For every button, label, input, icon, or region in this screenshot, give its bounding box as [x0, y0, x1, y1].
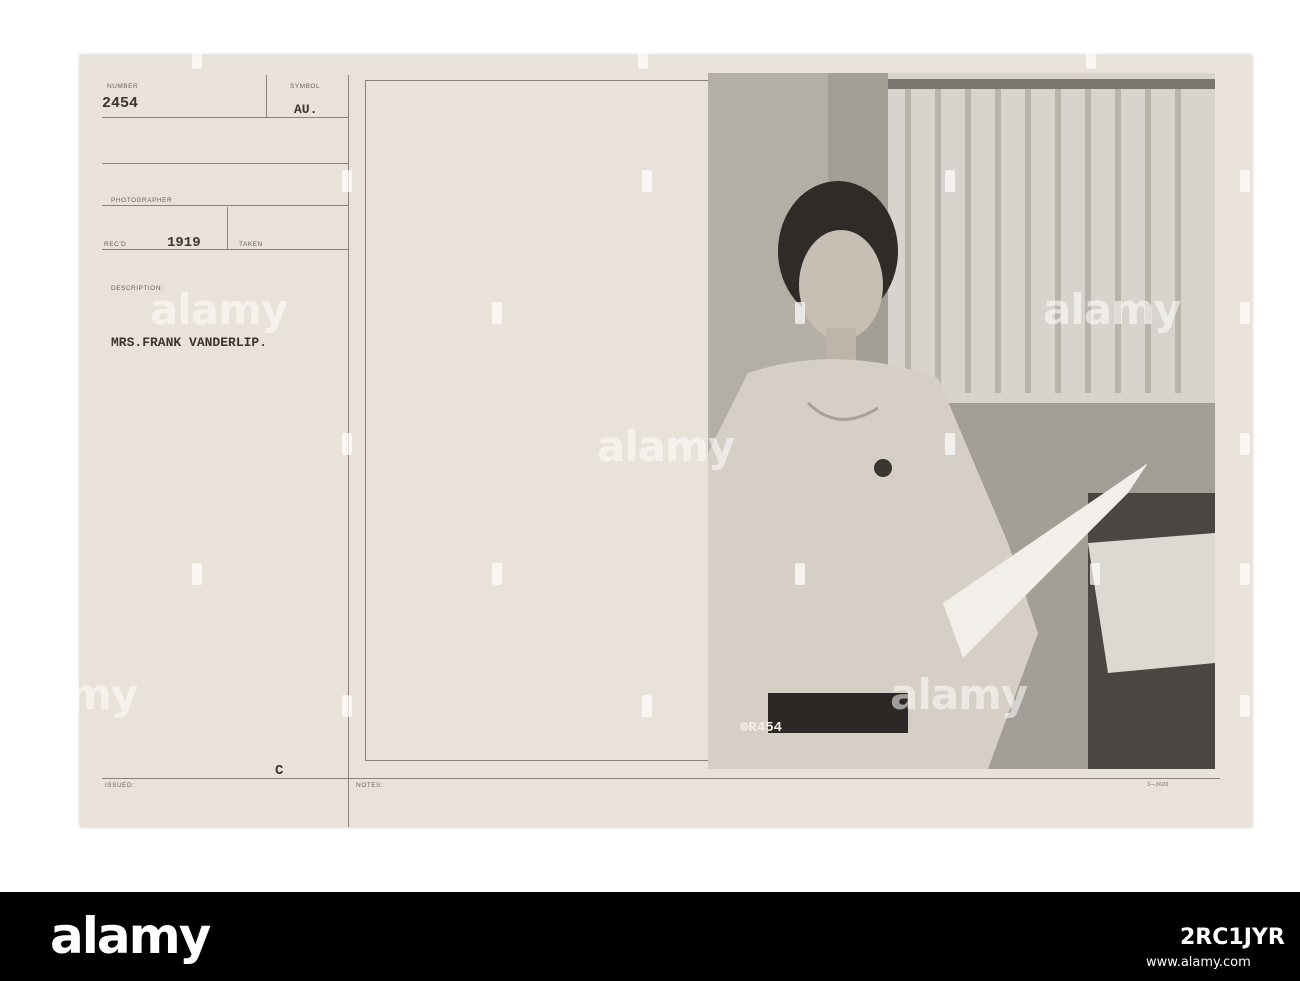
photographer-label: PHOTOGRAPHER	[111, 197, 173, 204]
rule-date-row	[102, 249, 348, 250]
issued-label: ISSUED:	[105, 782, 135, 789]
watermark-pin	[1090, 563, 1100, 585]
description-value: MRS.FRANK VANDERLIP.	[111, 335, 268, 350]
watermark-pin	[1240, 563, 1250, 585]
watermark-pin	[42, 433, 52, 455]
watermark-pin	[42, 302, 52, 324]
watermark-pin	[795, 563, 805, 585]
watermark-pin	[1086, 47, 1096, 69]
watermark-4: alamy	[0, 670, 138, 719]
watermark-pin	[945, 170, 955, 192]
watermark-pin	[342, 433, 352, 455]
rule-recd-divider	[227, 207, 228, 249]
image-id: 2RC1JYR	[1180, 925, 1285, 950]
watermark-pin	[492, 563, 502, 585]
frame-top	[365, 80, 709, 81]
watermark-1: alamy	[150, 285, 288, 334]
symbol-label: SYMBOL	[290, 83, 321, 90]
watermark-pin	[492, 302, 502, 324]
rule-taken	[102, 205, 348, 206]
recd-value: 1919	[167, 235, 201, 251]
watermark-pin	[192, 47, 202, 69]
watermark-pin	[1240, 695, 1250, 717]
watermark-2: alamy	[597, 422, 735, 471]
watermark-pin	[1240, 302, 1250, 324]
negative-number: ⊗R454	[740, 720, 783, 736]
watermark-pin	[642, 695, 652, 717]
watermark-pin	[638, 47, 648, 69]
watermark-pin	[342, 695, 352, 717]
number-value: 2454	[102, 95, 139, 112]
recd-label: REC'D	[104, 241, 127, 248]
credit-url[interactable]: www.alamy.com	[1146, 955, 1251, 970]
issued-mark: C	[275, 763, 284, 779]
number-label: NUMBER	[107, 83, 139, 90]
watermark-pin	[42, 563, 52, 585]
watermark-pin	[1240, 433, 1250, 455]
notes-label: NOTES:	[356, 782, 384, 789]
watermark-pin	[795, 302, 805, 324]
form-code: 3—3600	[1147, 782, 1169, 788]
symbol-value: AU.	[294, 102, 318, 117]
watermark-5: alamy	[890, 670, 1028, 719]
rule-symbol-divider	[266, 75, 267, 117]
watermark-pin	[642, 170, 652, 192]
credit-logo: alamy	[50, 907, 211, 965]
watermark-3: alamy	[1043, 285, 1181, 334]
watermark-pin	[42, 170, 52, 192]
rule-bottom	[102, 778, 1220, 779]
watermark-pin	[192, 563, 202, 585]
rule-header	[102, 117, 348, 118]
rule-photographer	[102, 163, 348, 164]
portrait-illustration	[708, 73, 1215, 769]
frame-left	[365, 80, 366, 760]
watermark-pin	[945, 433, 955, 455]
watermark-pin	[342, 170, 352, 192]
watermark-pin	[1240, 170, 1250, 192]
frame-bottom	[365, 760, 709, 761]
portrait-photo: ⊗R454	[708, 73, 1215, 769]
taken-label: TAKEN	[239, 241, 263, 248]
